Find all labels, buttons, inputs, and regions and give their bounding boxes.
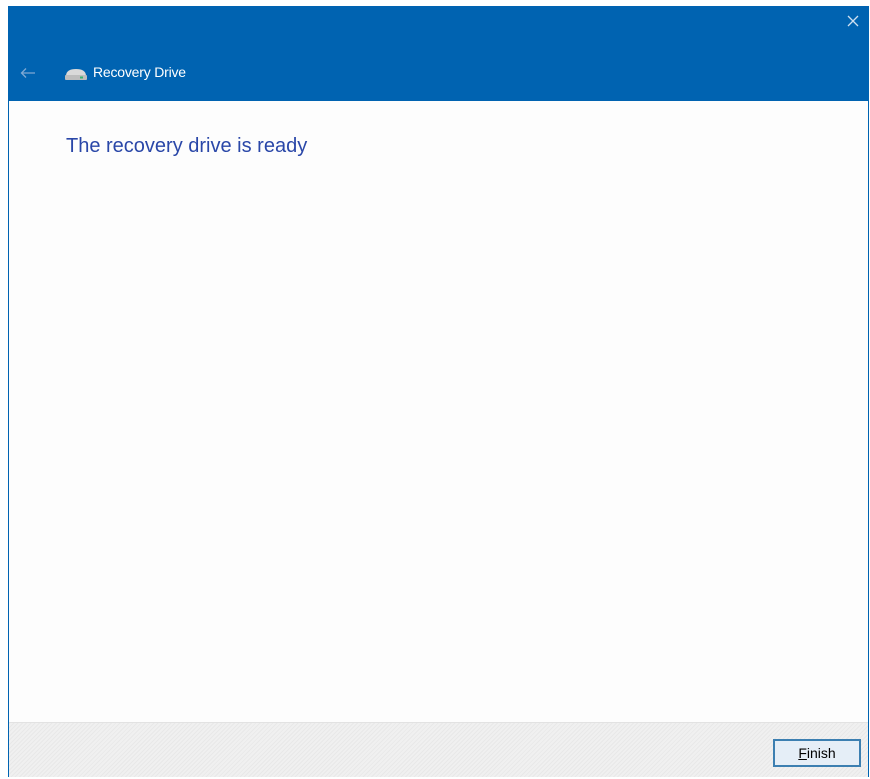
window-title: Recovery Drive xyxy=(93,64,186,80)
content-area: The recovery drive is ready xyxy=(9,101,868,722)
finish-accelerator: F xyxy=(798,745,807,761)
drive-icon xyxy=(65,69,87,80)
back-button[interactable] xyxy=(17,62,39,84)
close-icon xyxy=(847,15,859,27)
recovery-drive-window: Recovery Drive The recovery drive is rea… xyxy=(8,6,869,777)
page-heading: The recovery drive is ready xyxy=(66,135,308,157)
title-bar: Recovery Drive xyxy=(9,6,868,101)
button-bar: Finish xyxy=(9,722,868,777)
finish-button[interactable]: Finish xyxy=(773,739,861,767)
back-arrow-icon xyxy=(20,68,35,78)
finish-label: inish xyxy=(806,745,836,761)
close-button[interactable] xyxy=(838,6,868,36)
